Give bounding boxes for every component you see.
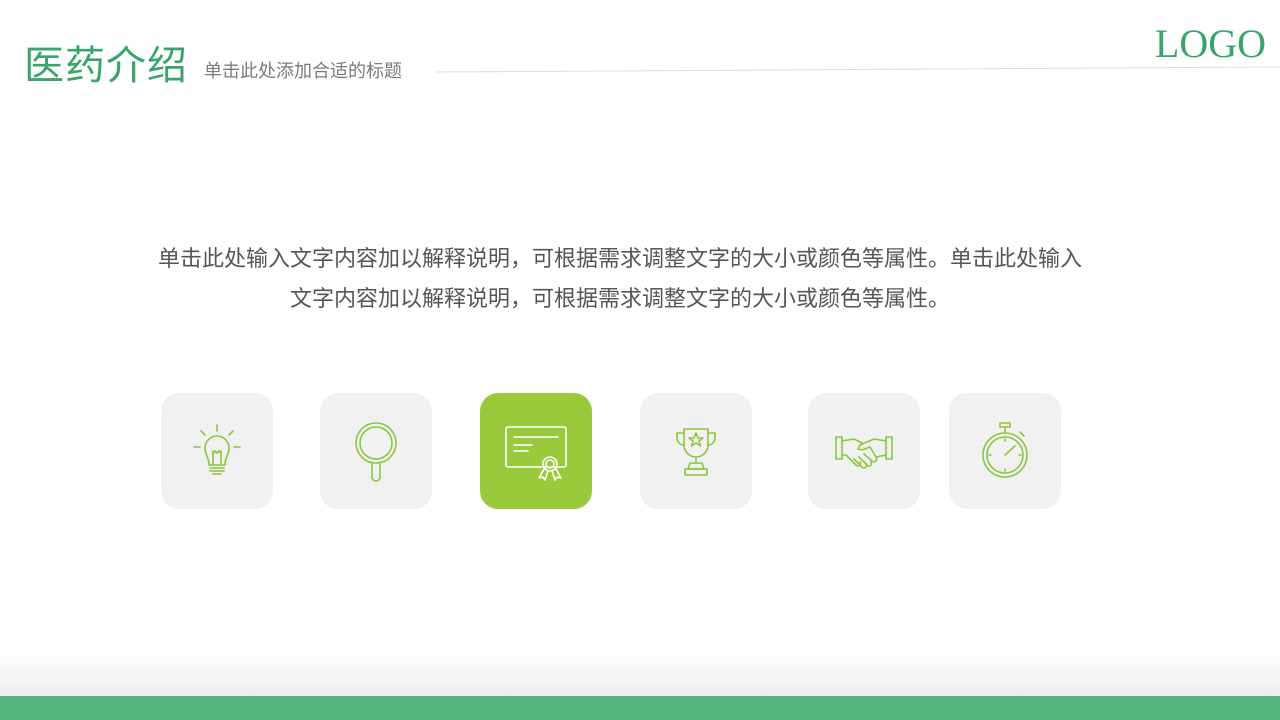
lightbulb-icon xyxy=(193,424,241,475)
slide: 医药介绍 单击此处添加合适的标题 LOGO 单击此处输入文字内容加以解释说明，可… xyxy=(0,0,1280,720)
body-paragraph: 单击此处输入文字内容加以解释说明，可根据需求调整文字的大小或颜色等属性。单击此处… xyxy=(100,240,1140,320)
page-subtitle: 单击此处添加合适的标题 xyxy=(204,61,402,82)
body-line: 文字内容加以解释说明，可根据需求调整文字的大小或颜色等属性。 xyxy=(289,287,950,312)
footer-bar xyxy=(0,696,1280,720)
icon-tile-magnifier[interactable] xyxy=(320,393,432,509)
icon-tile-trophy[interactable] xyxy=(640,393,752,509)
page-title: 医药介绍 xyxy=(24,43,188,89)
icon-tile-handshake[interactable] xyxy=(808,393,920,509)
icon-tile-stopwatch[interactable] xyxy=(949,393,1061,509)
certificate-icon xyxy=(505,426,567,481)
footer-shadow xyxy=(0,650,1280,696)
trophy-icon xyxy=(676,428,716,476)
handshake-icon xyxy=(835,436,893,469)
logo: LOGO xyxy=(1154,21,1266,66)
icon-tile-certificate[interactable] xyxy=(480,393,592,509)
header-divider xyxy=(436,66,1280,73)
stopwatch-icon xyxy=(982,422,1028,478)
icon-tile-lightbulb[interactable] xyxy=(161,393,273,509)
body-line: 单击此处输入文字内容加以解释说明，可根据需求调整文字的大小或颜色等属性。单击此处… xyxy=(157,247,1082,272)
magnifier-icon xyxy=(355,422,397,482)
